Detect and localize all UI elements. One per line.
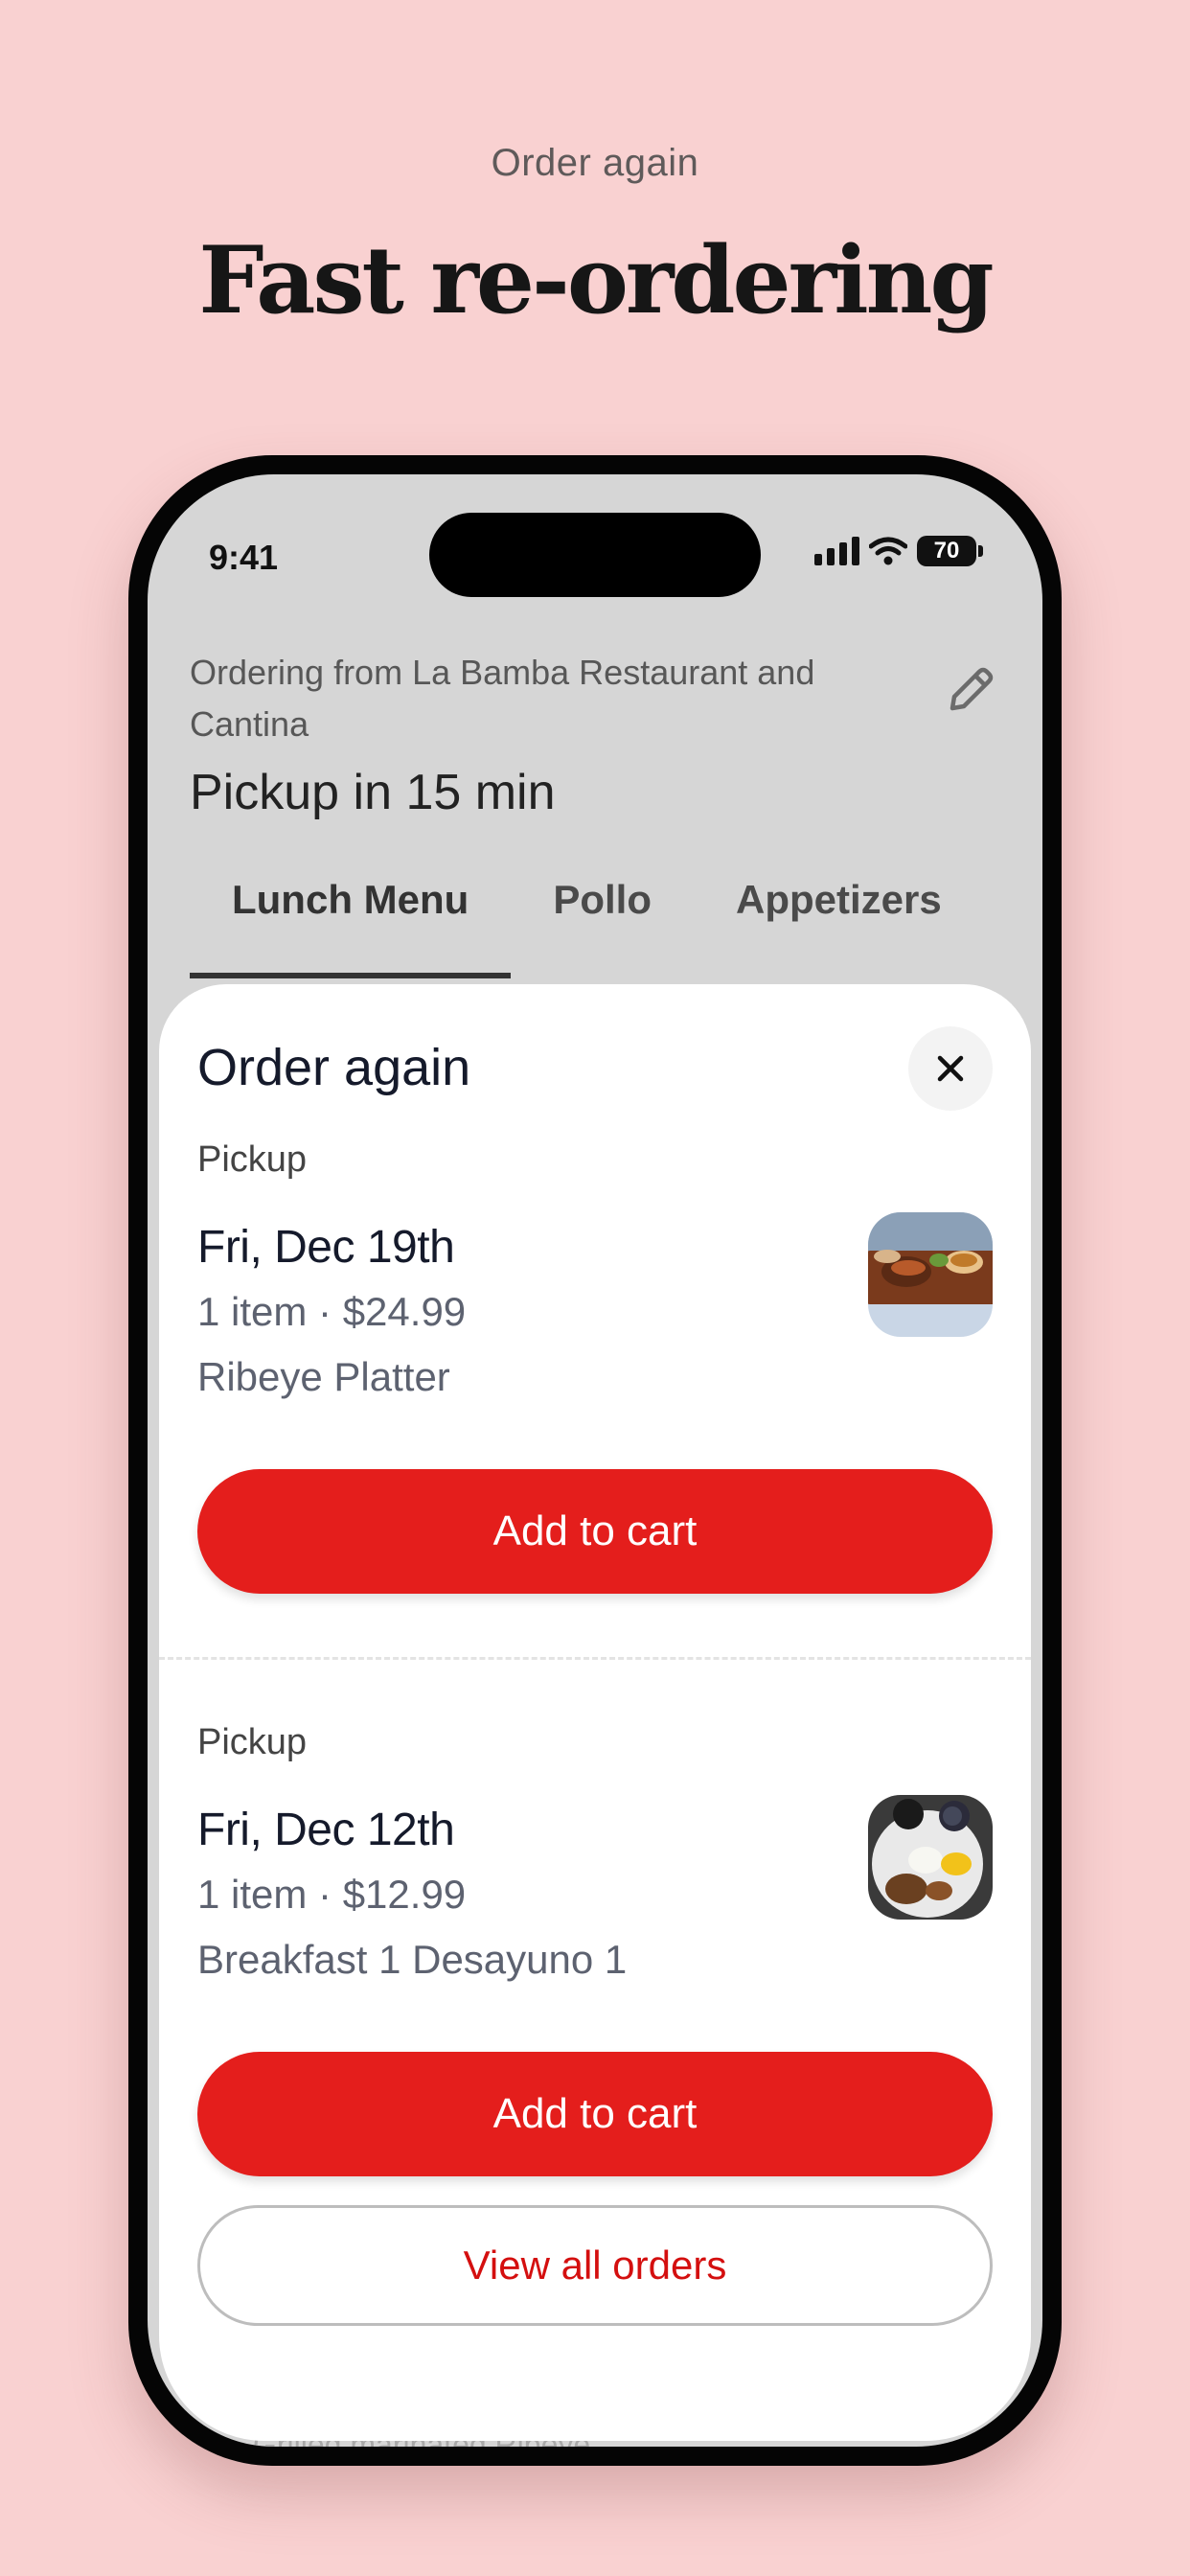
ordering-from-text: Ordering from La Bamba Restaurant and Ca… [190,653,815,744]
tab-lunch-menu[interactable]: Lunch Menu [190,877,512,978]
promo-headline: Fast re-ordering [198,226,994,334]
tab-pollo[interactable]: Pollo [511,877,694,978]
battery-tip [978,545,983,557]
order-again-sheet: Order again Pickup Fri, Dec 19th 1 item … [159,984,1031,2441]
close-icon [937,1055,964,1082]
promo-eyebrow: Order again [491,142,699,184]
view-all-orders-button[interactable]: View all orders [197,2205,993,2326]
phone-screen: 9:41 70 Ordering from La Bamba Restauran… [148,474,1042,2447]
order-item-name: Breakfast 1 Desayuno 1 [197,1937,628,1982]
close-button[interactable] [908,1026,993,1111]
sheet-title: Order again [197,1039,471,1096]
menu-tabs: Lunch Menu Pollo Appetizers [190,877,984,978]
phone-frame: 9:41 70 Ordering from La Bamba Restauran… [128,455,1062,2466]
order-card: Pickup Fri, Dec 12th 1 item · $12.99 Bre… [197,1722,993,1983]
tab-appetizers[interactable]: Appetizers [694,877,984,978]
order-item-name: Ribeye Platter [197,1354,450,1399]
add-to-cart-button[interactable]: Add to cart [197,2052,993,2176]
battery-icon: 70 [917,536,976,566]
order-type: Pickup [197,1139,308,1180]
order-thumbnail [868,1212,993,1337]
order-type: Pickup [197,1722,308,1762]
signal-icon [814,537,859,565]
add-to-cart-button[interactable]: Add to cart [197,1469,993,1594]
dynamic-island [429,513,761,597]
order-card: Pickup Fri, Dec 19th 1 item · $24.99 Rib… [197,1139,993,1400]
order-thumbnail [868,1795,993,1920]
wifi-icon [869,537,907,565]
status-time: 9:41 [209,538,279,577]
pickup-time[interactable]: Pickup in 15 min [190,764,556,821]
status-icons: 70 [814,536,983,566]
order-divider [159,1657,1031,1660]
pencil-icon[interactable] [939,660,1000,722]
